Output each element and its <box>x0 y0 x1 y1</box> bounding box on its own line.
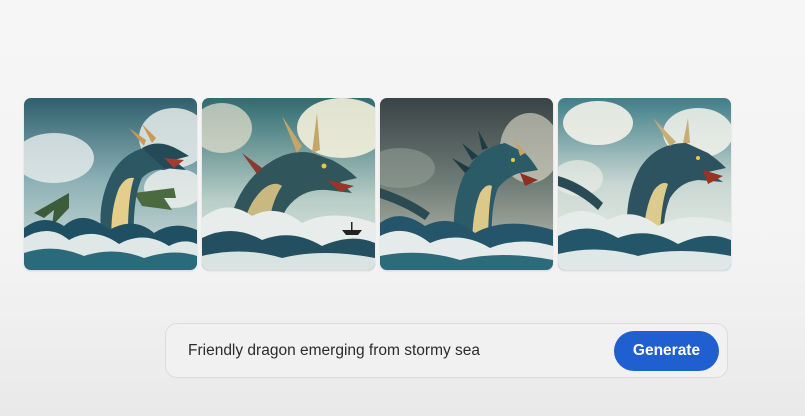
image-gallery <box>24 98 731 270</box>
generate-button[interactable]: Generate <box>614 331 719 371</box>
generated-image-4[interactable] <box>558 98 731 270</box>
dragon-sea-image-4 <box>558 98 731 270</box>
prompt-bar: Friendly dragon emerging from stormy sea… <box>165 323 728 378</box>
dragon-sea-image-3 <box>380 98 553 270</box>
generated-image-3[interactable] <box>380 98 553 270</box>
generated-image-1[interactable] <box>24 98 197 270</box>
dragon-sea-image-2 <box>202 98 375 270</box>
generated-image-2[interactable] <box>202 98 375 270</box>
dragon-sea-image-1 <box>24 98 197 270</box>
prompt-input[interactable]: Friendly dragon emerging from stormy sea <box>188 342 480 360</box>
